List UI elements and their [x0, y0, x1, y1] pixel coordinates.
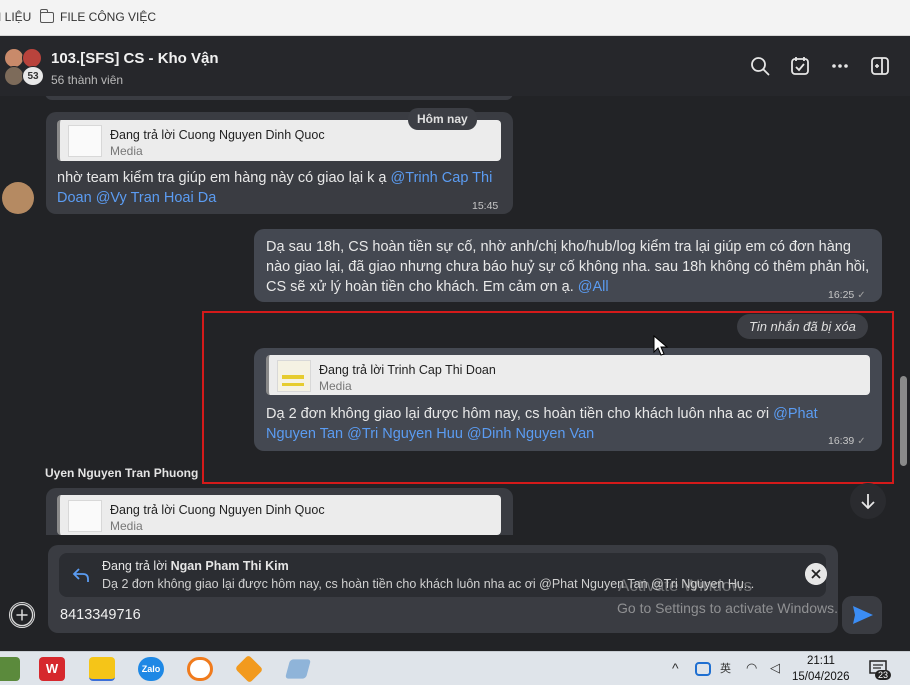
mention-link[interactable]: @Dinh Nguyen Van	[467, 426, 594, 442]
message-input[interactable]: 8413349716	[60, 607, 141, 623]
close-icon[interactable]	[805, 563, 827, 585]
bookmark-label: FILE CÔNG VIỆC	[60, 10, 157, 24]
chat-header: 53 103.[SFS] CS - Kho Vận 56 thành viên	[0, 36, 910, 96]
clock-date[interactable]: 15/04/2026	[792, 671, 850, 683]
media-thumbnail	[68, 500, 102, 532]
activate-windows-title: Activate Windows	[618, 576, 753, 595]
mention-link[interactable]: @All	[578, 279, 609, 295]
wifi-icon[interactable]: ◠	[746, 660, 757, 676]
reply-subtitle: Media	[319, 379, 352, 393]
scrollbar[interactable]	[897, 96, 910, 651]
mention-link[interactable]: @Tri Nguyen Huu	[347, 426, 463, 442]
message-text: Dạ sau 18h, CS hoàn tiền sự cố, nhờ anh/…	[266, 237, 872, 297]
message-time: 16:25 ✓	[828, 285, 866, 306]
sender-name[interactable]: Uyen Nguyen Tran Phuong	[45, 466, 198, 480]
scrollbar-thumb[interactable]	[900, 376, 907, 466]
notepad-icon[interactable]	[285, 659, 311, 679]
message-list[interactable]: Đang trả lời Cuong Nguyen Dinh Quoc Medi…	[0, 96, 897, 535]
member-avatar	[22, 48, 42, 68]
wps-office-icon[interactable]: W	[39, 657, 65, 681]
sent-check-icon: ✓	[857, 290, 866, 301]
reply-quote-title: Đang trả lời Ngan Pham Thi Kim	[102, 559, 289, 573]
app-icon[interactable]	[0, 657, 20, 681]
reply-arrow-icon	[72, 568, 89, 582]
message-time: 15:45	[472, 200, 499, 212]
composer: Đang trả lời Ngan Pham Thi Kim Dạ 2 đơn …	[0, 535, 897, 651]
reply-subtitle: Media	[110, 144, 143, 158]
send-icon[interactable]	[842, 596, 882, 634]
bookmark-file-cong-viec[interactable]: FILE CÔNG VIỆC	[39, 8, 157, 24]
add-attachment-icon[interactable]	[9, 602, 35, 628]
onedrive-icon[interactable]	[695, 662, 711, 676]
message-text: Dạ 2 đơn không giao lại được hôm nay, cs…	[266, 404, 866, 444]
message-bubble[interactable]: Đang trả lời Cuong Nguyen Dinh Quoc Medi…	[46, 488, 513, 535]
time-label: 16:25	[828, 289, 855, 301]
sublime-icon[interactable]	[234, 654, 264, 684]
message-body: Dạ 2 đơn không giao lại được hôm nay, cs…	[266, 406, 774, 422]
message-text: nhờ team kiểm tra giúp em hàng này có gi…	[57, 168, 497, 208]
message-body: Dạ sau 18h, CS hoàn tiền sự cố, nhờ anh/…	[266, 239, 870, 295]
sticky-notes-icon[interactable]	[89, 657, 115, 681]
more-options-icon[interactable]	[829, 55, 851, 77]
task-check-icon[interactable]	[789, 55, 811, 77]
reply-quote-prefix: Đang trả lời	[102, 559, 171, 573]
app-window: I LIỆU FILE CÔNG VIỆC 53 103.[SFS] CS - …	[0, 0, 910, 685]
bookmark-label: I LIỆU	[0, 10, 32, 24]
clock-time[interactable]: 21:11	[807, 655, 835, 667]
member-avatar	[4, 66, 24, 86]
member-count-badge: 53	[22, 66, 44, 86]
group-title: 103.[SFS] CS - Kho Vận	[51, 50, 219, 67]
scroll-down-icon[interactable]	[850, 483, 886, 519]
reply-subtitle: Media	[110, 519, 143, 533]
bookmark-bar: I LIỆU FILE CÔNG VIỆC	[0, 0, 910, 36]
reply-preview[interactable]: Đang trả lời Cuong Nguyen Dinh Quoc Medi…	[57, 495, 501, 535]
chevron-up-icon[interactable]: ^	[672, 660, 679, 676]
message-body: nhờ team kiểm tra giúp em hàng này có gi…	[57, 170, 391, 186]
volume-icon[interactable]: ◁	[770, 660, 780, 676]
taskbar: W Zalo ^ 英 ◠ ◁ 21:11 15/04/2026 23	[0, 651, 910, 685]
folder-icon	[39, 8, 54, 23]
message-bubble-partial	[45, 96, 513, 100]
notification-count-badge: 23	[875, 670, 892, 680]
zalo-icon[interactable]: Zalo	[138, 657, 164, 681]
member-avatar	[4, 48, 24, 68]
activate-windows-subtitle: Go to Settings to activate Windows.	[617, 600, 838, 616]
anydesk-icon[interactable]	[187, 657, 213, 681]
bookmark-tai-lieu[interactable]: I LIỆU	[0, 10, 31, 24]
mouse-cursor-icon	[653, 335, 669, 356]
media-thumbnail	[277, 360, 311, 392]
group-avatar[interactable]: 53	[2, 46, 44, 86]
ime-icon[interactable]: 英	[720, 660, 731, 676]
date-separator: Hôm nay	[408, 108, 477, 130]
message-time: 16:39 ✓	[828, 431, 866, 452]
member-count[interactable]: 56 thành viên	[51, 73, 123, 87]
time-label: 16:39	[828, 435, 855, 447]
reply-preview[interactable]: Đang trả lời Trinh Cap Thi Doan Media	[266, 355, 870, 395]
message-bubble[interactable]: Dạ sau 18h, CS hoàn tiền sự cố, nhờ anh/…	[254, 229, 882, 302]
deleted-message-notice: Tin nhắn đã bị xóa	[737, 314, 868, 339]
mention-link[interactable]: @Vy Tran Hoai Da	[96, 190, 217, 206]
sent-check-icon: ✓	[857, 436, 866, 447]
side-panel-icon[interactable]	[869, 55, 891, 77]
sender-avatar[interactable]	[2, 182, 34, 214]
media-thumbnail	[68, 125, 102, 157]
message-bubble[interactable]: Đang trả lời Trinh Cap Thi Doan Media Dạ…	[254, 348, 882, 451]
reply-quote-name: Ngan Pham Thi Kim	[170, 559, 289, 573]
search-icon[interactable]	[749, 55, 771, 77]
